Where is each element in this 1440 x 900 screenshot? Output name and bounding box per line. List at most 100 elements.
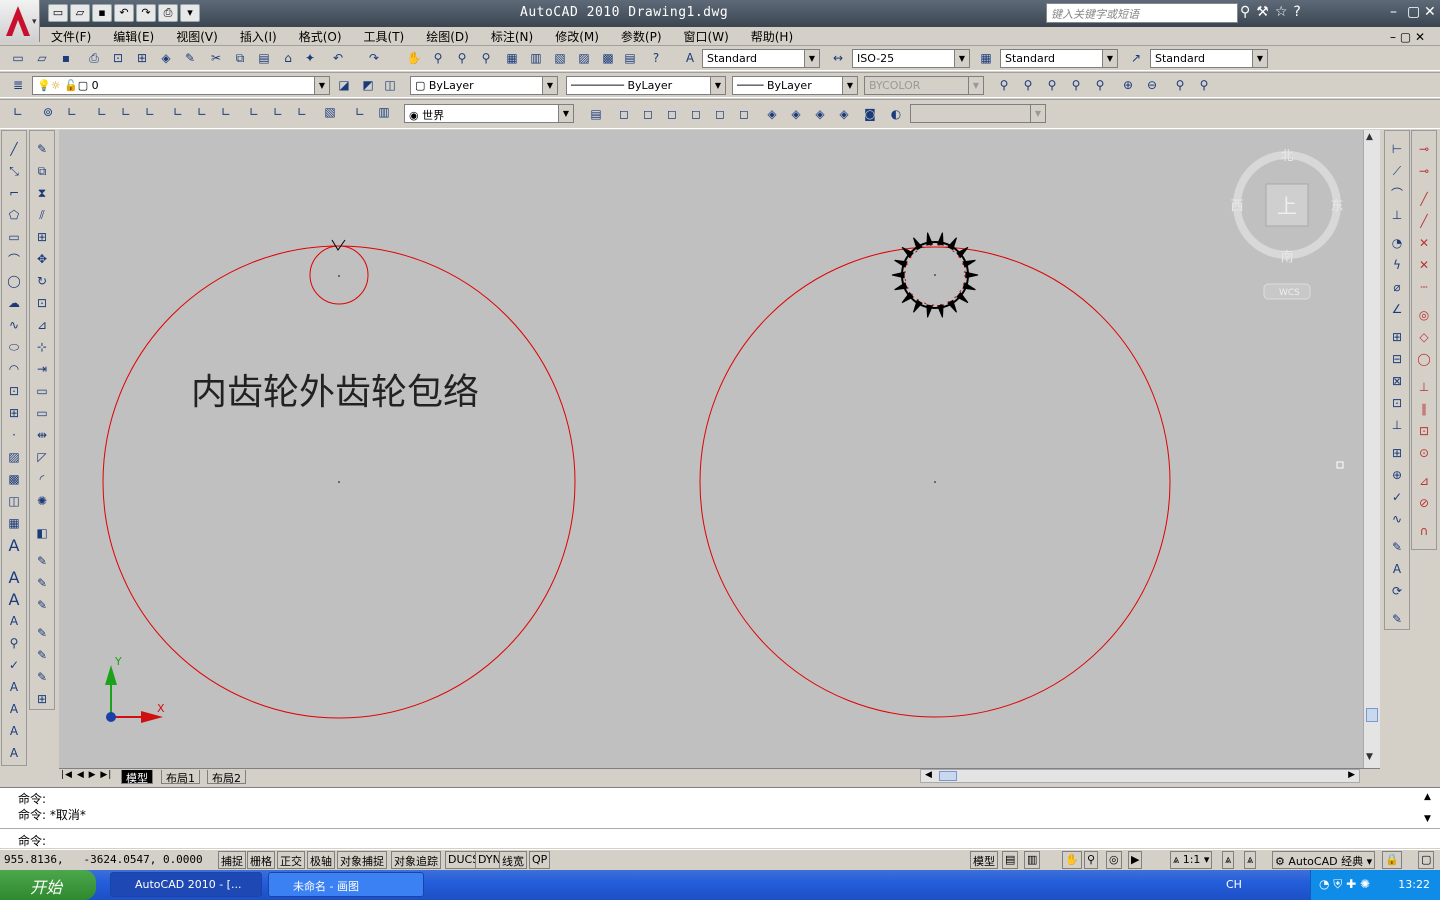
ordinate-dim-icon[interactable]: ⊥	[1387, 205, 1407, 225]
application-menu-button[interactable]: ▾	[0, 0, 40, 42]
ucs-object-icon[interactable]: ∟	[116, 102, 136, 122]
point-icon[interactable]: ·	[4, 425, 24, 445]
scroll-down-icon[interactable]: ▼	[1366, 752, 1373, 762]
properties-icon[interactable]: ▦	[502, 48, 522, 68]
aligned-dim-icon[interactable]: ⟋	[1387, 161, 1407, 181]
circle-icon[interactable]: ◯	[4, 271, 24, 291]
scroll-up-icon[interactable]: ▲	[1366, 132, 1373, 142]
ucs-3point-icon[interactable]: ∟	[216, 102, 236, 122]
menu-view[interactable]: 视图(V)	[165, 28, 229, 45]
coordinates-readout[interactable]: 955.8136, -3624.0547, 0.0000	[4, 853, 203, 866]
stretch-icon[interactable]: ⊿	[32, 315, 52, 335]
snap-node-icon[interactable]: ⊙	[1414, 443, 1434, 463]
extend-icon[interactable]: ⇥	[32, 359, 52, 379]
ne-iso-icon[interactable]: ◈	[810, 104, 830, 124]
showmotion-icon[interactable]: ▶	[1128, 851, 1143, 869]
etransmit-icon[interactable]: ✎	[180, 48, 200, 68]
view-manager-icon[interactable]: ◐	[886, 104, 906, 124]
steering-wheel-icon[interactable]: ◎	[1106, 851, 1122, 869]
snap-tangent-icon[interactable]: ◯	[1414, 349, 1434, 369]
angular-dim-icon[interactable]: ∠	[1387, 299, 1407, 319]
quickcalc-icon[interactable]: ▤	[620, 48, 640, 68]
modify2-edit-icon[interactable]: ✎	[32, 551, 52, 571]
dim-update-icon[interactable]: ⟳	[1387, 581, 1407, 601]
zoom-realtime-icon[interactable]: ⚲	[428, 48, 448, 68]
ucs-manager-icon[interactable]: ∟	[350, 102, 370, 122]
edit-spline-icon[interactable]: ✎	[32, 623, 52, 643]
convert-text-icon[interactable]: A	[4, 743, 24, 763]
break-at-point-icon[interactable]: ▭	[32, 381, 52, 401]
dim-style-combo[interactable]: ISO-25 ▼	[852, 49, 970, 68]
text-style-2-icon[interactable]: A	[4, 677, 24, 697]
auto-scale-icon[interactable]: ⩓	[1244, 851, 1257, 869]
zoom-all-icon[interactable]: ⚲	[1170, 75, 1190, 95]
polygon-icon[interactable]: ⬠	[4, 205, 24, 225]
osnap-settings-icon[interactable]: ∩	[1414, 521, 1434, 541]
annotation-visibility-icon[interactable]: ⩓	[1222, 851, 1235, 869]
pan-icon[interactable]: ✋	[404, 48, 424, 68]
table-style-combo[interactable]: Standard ▼	[1000, 49, 1118, 68]
rotate-icon[interactable]: ↻	[32, 271, 52, 291]
model-space-toggle[interactable]: 模型	[970, 851, 998, 869]
zoom-extents-icon[interactable]: ⚲	[1194, 75, 1214, 95]
back-view-icon[interactable]: ◻	[734, 104, 754, 124]
command-window[interactable]: 命令: 命令: *取消* 命令: ▲ ▼	[0, 787, 1440, 848]
dim-style-2-icon[interactable]: ✎	[1387, 609, 1407, 629]
diameter-dim-icon[interactable]: ⌀	[1387, 277, 1407, 297]
spell-check-icon[interactable]: ✓	[4, 655, 24, 675]
menu-dimension[interactable]: 标注(N)	[480, 28, 544, 45]
table-style-icon[interactable]: ▦	[976, 48, 996, 68]
make-block-icon[interactable]: ⊞	[4, 403, 24, 423]
fillet-icon[interactable]: ◜	[32, 469, 52, 489]
jogged-dim-icon[interactable]: ϟ	[1387, 255, 1407, 275]
ucs-world-icon[interactable]: ⊚	[38, 102, 58, 122]
scroll-thumb[interactable]	[1366, 708, 1378, 722]
otrack-toggle[interactable]: 对象追踪	[391, 851, 441, 869]
tab-layout1[interactable]: 布局1	[161, 770, 200, 785]
save-file-icon[interactable]: ▪	[56, 48, 76, 68]
baseline-dim-icon[interactable]: ⊟	[1387, 349, 1407, 369]
justify-text-icon[interactable]: A	[4, 721, 24, 741]
mleader-style-icon[interactable]: ↗	[1126, 48, 1146, 68]
chamfer-icon[interactable]: ◸	[32, 447, 52, 467]
ellipse-arc-icon[interactable]: ◠	[4, 359, 24, 379]
toolbar-lock-icon[interactable]: 🔒	[1382, 851, 1402, 869]
ucs-face-icon[interactable]: ∟	[92, 102, 112, 122]
ucs-apply-icon[interactable]: ▧	[320, 102, 340, 122]
design-center-icon[interactable]: ▥	[526, 48, 546, 68]
markup-icon[interactable]: ▩	[598, 48, 618, 68]
erase-icon[interactable]: ✎	[32, 139, 52, 159]
block-attr-icon[interactable]: ✎	[32, 667, 52, 687]
ucs-icon[interactable]: ∟	[8, 102, 28, 122]
center-mark-icon[interactable]: ⊕	[1387, 465, 1407, 485]
arc-length-icon[interactable]: ⌒	[1387, 183, 1407, 203]
named-views-icon[interactable]: ▤	[586, 104, 606, 124]
redo-icon[interactable]: ↷	[136, 4, 156, 22]
command-prompt[interactable]: 命令:	[18, 832, 46, 849]
scale-text-icon[interactable]: A	[4, 699, 24, 719]
ucs-view-icon[interactable]: ∟	[140, 102, 160, 122]
osnap-toggle[interactable]: 对象捕捉	[337, 851, 387, 869]
wcs-menu[interactable]: WCS	[1279, 288, 1300, 298]
start-button[interactable]: 开始	[0, 870, 96, 900]
text-style-icon[interactable]: A	[680, 48, 700, 68]
menu-insert[interactable]: 插入(I)	[229, 28, 288, 45]
menu-edit[interactable]: 编辑(E)	[102, 28, 165, 45]
rectangle-icon[interactable]: ▭	[4, 227, 24, 247]
snap-endpoint-icon[interactable]: ╱	[1414, 189, 1434, 209]
edit-attribute-icon[interactable]: ✎	[32, 645, 52, 665]
multiline-text-icon[interactable]: A	[4, 535, 24, 555]
snap-center-icon[interactable]: ◎	[1414, 305, 1434, 325]
paste-icon[interactable]: ▤	[254, 48, 274, 68]
zoom-scale-icon[interactable]: ⚲	[1066, 75, 1086, 95]
tooth-profile[interactable]	[331, 239, 346, 251]
copy-icon[interactable]: ⧉	[230, 48, 250, 68]
ucs-origin-icon[interactable]: ∟	[168, 102, 188, 122]
undo-toolbar-icon[interactable]: ↶	[328, 48, 348, 68]
binoculars-icon[interactable]: ⚲	[1240, 4, 1250, 20]
polyline-icon[interactable]: ⌐	[4, 183, 24, 203]
snap-apparent-icon[interactable]: ✕	[1414, 255, 1434, 275]
menu-help[interactable]: 帮助(H)	[740, 28, 804, 45]
mirror-icon[interactable]: ⧗	[32, 183, 52, 203]
zoom-dynamic-icon[interactable]: ⚲	[1042, 75, 1062, 95]
